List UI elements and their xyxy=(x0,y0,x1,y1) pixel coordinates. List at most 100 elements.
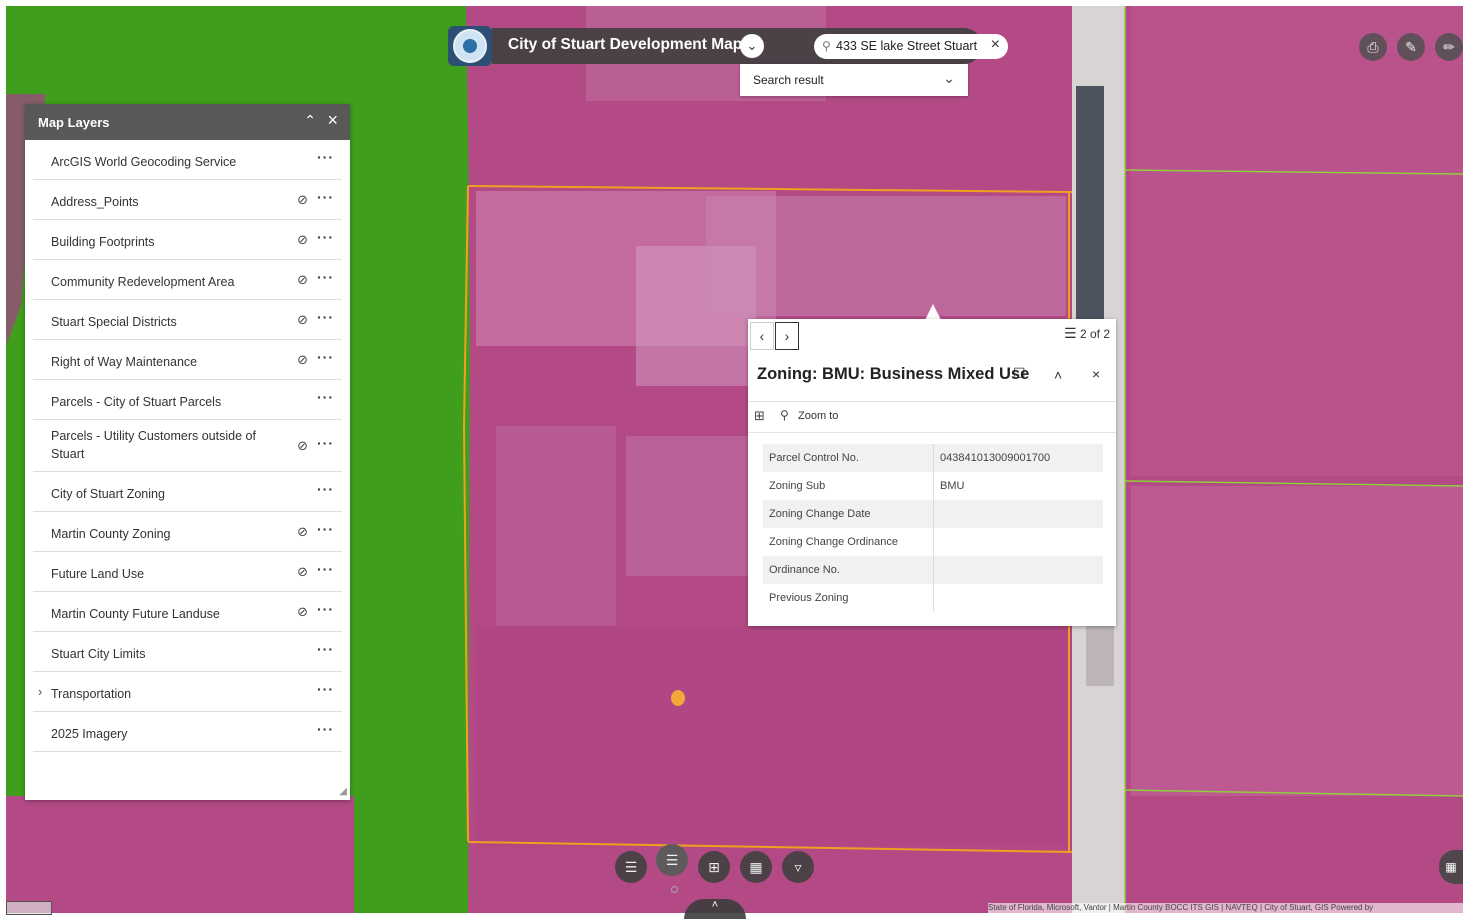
more-options-icon[interactable]: ··· xyxy=(317,435,334,451)
feature-page-indicator: 2 of 2 xyxy=(1079,327,1110,341)
feature-list-icon[interactable]: ☰ xyxy=(1064,325,1077,342)
more-options-icon[interactable]: ··· xyxy=(317,309,334,325)
ruler-icon[interactable]: ✎ xyxy=(1397,33,1425,61)
table-row: Previous Zoning xyxy=(763,584,1103,612)
zoom-icon[interactable]: ⚲ xyxy=(780,408,789,422)
imagery-roof xyxy=(706,196,1066,316)
layer-label: Stuart City Limits xyxy=(51,647,146,661)
layer-row[interactable]: Martin County Future Landuse ⊘ ··· xyxy=(33,592,342,632)
search-value[interactable]: 433 SE lake Street Stuart xyxy=(836,39,977,53)
resize-handle-icon[interactable]: ◢ xyxy=(339,786,347,797)
layer-row[interactable]: Parcels - Utility Customers outside of S… xyxy=(33,420,342,472)
search-result-dropdown[interactable]: Search result ⌄ xyxy=(740,64,968,96)
layer-row[interactable]: Right of Way Maintenance ⊘ ··· xyxy=(33,340,342,380)
chevron-up-icon[interactable]: ˄ xyxy=(1054,367,1062,383)
visibility-off-icon[interactable]: ⊘ xyxy=(297,272,308,288)
more-options-icon[interactable]: ··· xyxy=(317,681,334,697)
table-row: Zoning Change Ordinance xyxy=(763,528,1103,556)
attribute-field: Previous Zoning xyxy=(763,584,934,612)
chevron-down-icon[interactable]: ⌄ xyxy=(943,70,955,87)
layer-list: ArcGIS World Geocoding Service ··· Address… xyxy=(25,140,350,752)
more-options-icon[interactable]: ··· xyxy=(317,189,334,205)
search-input[interactable]: ⚲ 433 SE lake Street Stuart × xyxy=(814,34,1008,59)
basemap-grid-icon[interactable]: ⊞ xyxy=(698,851,730,883)
imagery-roof xyxy=(496,426,616,626)
layer-row[interactable]: Stuart Special Districts ⊘ ··· xyxy=(33,300,342,340)
attribute-value xyxy=(933,500,1103,528)
table-row: Parcel Control No. 043841013009001700 xyxy=(763,444,1103,472)
search-icon: ⚲ xyxy=(822,39,831,53)
layer-row[interactable]: 2025 Imagery ··· xyxy=(33,712,342,752)
layer-row[interactable]: Parcels - City of Stuart Parcels ··· xyxy=(33,380,342,420)
more-options-icon[interactable]: ··· xyxy=(317,721,334,737)
table-row: Zoning Change Date xyxy=(763,500,1103,528)
layer-row[interactable]: Address_Points ⊘ ··· xyxy=(33,180,342,220)
more-options-icon[interactable]: ··· xyxy=(317,229,334,245)
layer-label: 2025 Imagery xyxy=(51,727,128,741)
select-icon[interactable]: ▦ xyxy=(740,851,772,883)
pencil-icon[interactable]: ✏ xyxy=(1435,33,1463,61)
layer-label: Martin County Zoning xyxy=(51,527,171,541)
layer-row[interactable]: › Transportation ··· xyxy=(33,672,342,712)
dock-icon[interactable]: ☐ xyxy=(1013,365,1026,382)
attribute-value: BMU xyxy=(940,480,965,492)
chevron-down-icon[interactable]: ⌄ xyxy=(740,34,764,58)
feature-popup: ‹ › ☰ 2 of 2 Zoning: BMU: Business Mixed… xyxy=(748,319,1116,626)
popup-title: Zoning: BMU: Business Mixed Use xyxy=(757,365,1030,383)
map-layers-panel: Map Layers ⌃ × ArcGIS World Geocoding Se… xyxy=(25,104,350,800)
visibility-off-icon[interactable]: ⊘ xyxy=(297,312,308,328)
visibility-off-icon[interactable]: ⊘ xyxy=(297,352,308,368)
attribute-field: Zoning Change Date xyxy=(763,500,934,528)
close-icon[interactable]: × xyxy=(991,36,1000,54)
layer-label: Community Redevelopment Area xyxy=(51,275,235,289)
visibility-off-icon[interactable]: ⊘ xyxy=(297,192,308,208)
more-options-icon[interactable]: ··· xyxy=(317,641,334,657)
grid-icon[interactable]: ⊞ xyxy=(754,408,765,424)
print-icon[interactable]: ⎙ xyxy=(1359,33,1387,61)
visibility-off-icon[interactable]: ⊘ xyxy=(297,564,308,580)
expand-handle[interactable]: ˄ xyxy=(684,899,746,919)
previous-feature-button[interactable]: ‹ xyxy=(750,322,774,350)
layer-label: Parcels - City of Stuart Parcels xyxy=(51,395,222,409)
more-options-icon[interactable]: ··· xyxy=(317,601,334,617)
layer-label: City of Stuart Zoning xyxy=(51,487,165,501)
visibility-off-icon[interactable]: ⊘ xyxy=(297,524,308,540)
filter-icon[interactable]: ▿ xyxy=(782,851,814,883)
close-icon[interactable]: × xyxy=(327,110,338,131)
visibility-off-icon[interactable]: ⊘ xyxy=(297,232,308,248)
layer-label: Address_Points xyxy=(51,195,139,209)
title-bar: City of Stuart Development Map ⌄ ⚲ 433 S… xyxy=(492,28,1008,64)
table-icon[interactable]: ▦ xyxy=(1439,850,1463,884)
layer-row[interactable]: Stuart City Limits ··· xyxy=(33,632,342,672)
list-icon[interactable]: ☰ xyxy=(615,851,647,883)
more-options-icon[interactable]: ··· xyxy=(317,389,334,405)
visibility-off-icon[interactable]: ⊘ xyxy=(297,604,308,620)
layer-label: Building Footprints xyxy=(51,235,155,249)
layer-row[interactable]: Building Footprints ⊘ ··· xyxy=(33,220,342,260)
layer-label: Right of Way Maintenance xyxy=(51,355,198,369)
more-options-icon[interactable]: ··· xyxy=(317,269,334,285)
next-feature-button[interactable]: › xyxy=(775,322,799,350)
attribute-value: 043841013009001700 xyxy=(933,444,1103,472)
chevron-right-icon[interactable]: › xyxy=(38,684,42,699)
collapse-icon[interactable]: ⌃ xyxy=(304,112,316,129)
more-options-icon[interactable]: ··· xyxy=(317,481,334,497)
layers-icon[interactable]: ☰ xyxy=(656,844,688,876)
more-options-icon[interactable]: ··· xyxy=(317,521,334,537)
close-icon[interactable]: × xyxy=(1092,366,1100,382)
more-options-icon[interactable]: ··· xyxy=(317,349,334,365)
layer-row[interactable]: Martin County Zoning ⊘ ··· xyxy=(33,512,342,552)
layer-row[interactable]: Future Land Use ⊘ ··· xyxy=(33,552,342,592)
layer-row[interactable]: ArcGIS World Geocoding Service ··· xyxy=(33,140,342,180)
more-options-icon[interactable]: ··· xyxy=(317,561,334,577)
more-options-icon[interactable]: ··· xyxy=(317,149,334,165)
layer-row[interactable]: City of Stuart Zoning ··· xyxy=(33,472,342,512)
attribute-value xyxy=(934,584,1104,612)
zoom-to-button[interactable]: Zoom to xyxy=(798,410,838,422)
layer-label: Martin County Future Landuse xyxy=(51,607,220,621)
layer-row[interactable]: Community Redevelopment Area ⊘ ··· xyxy=(33,260,342,300)
visibility-off-icon[interactable]: ⊘ xyxy=(297,438,308,454)
layer-label: Future Land Use xyxy=(51,567,145,581)
popup-actions: ⊞ ⚲ Zoom to xyxy=(748,401,1116,433)
selected-location-marker[interactable] xyxy=(671,690,685,706)
